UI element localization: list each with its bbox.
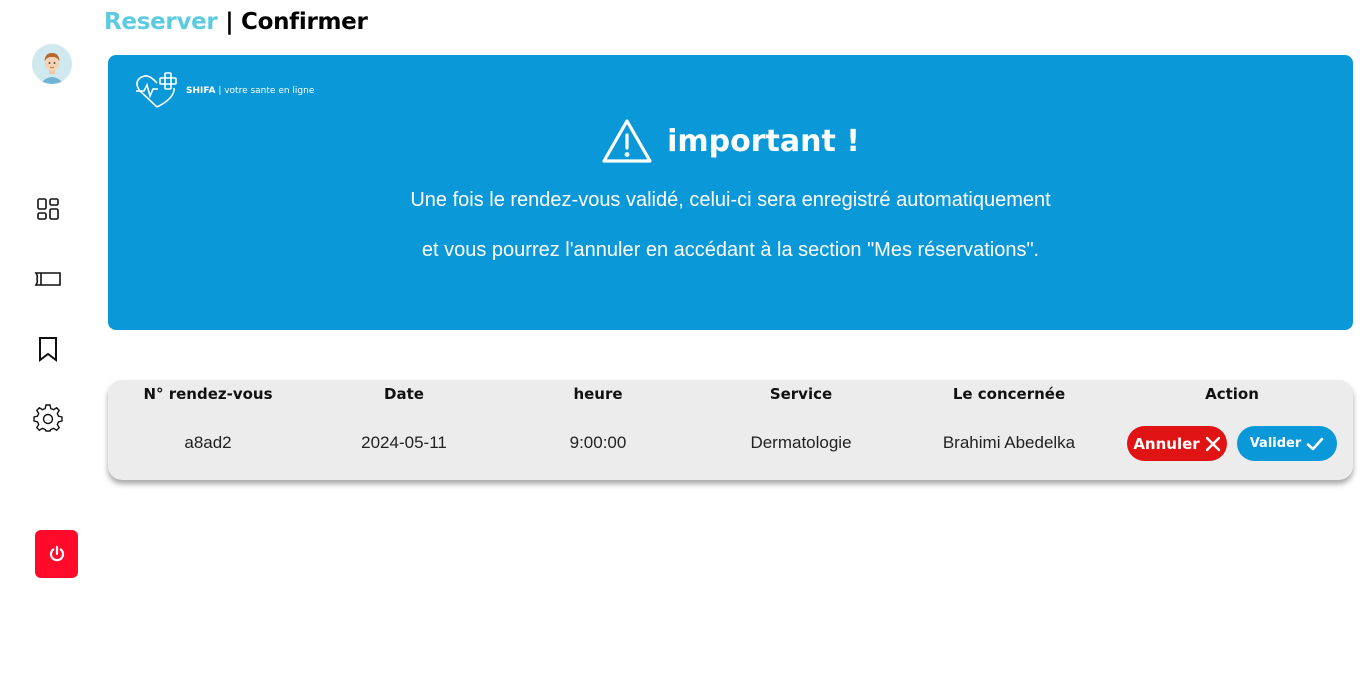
brand-text: SHIFA | votre sante en ligne [186, 86, 314, 96]
validate-button-label: Valider [1249, 436, 1302, 451]
breadcrumb: Reserver | Confirmer [104, 9, 368, 35]
close-icon [1205, 436, 1220, 451]
sidebar-item-settings[interactable] [32, 403, 64, 435]
bookmark-icon [39, 337, 57, 362]
column-header-concernee: Le concernée [952, 385, 1066, 403]
column-header-date: Date [384, 385, 424, 403]
checkmark-icon [1306, 437, 1324, 450]
column-header-heure: heure [573, 385, 623, 403]
power-icon [49, 545, 64, 562]
warning-heading: important ! [108, 117, 1353, 165]
banner-message-line-2: et vous pourrez l'annuler en accédant à … [421, 239, 1040, 261]
sidebar-item-bookmarks[interactable] [32, 333, 64, 365]
sidebar-item-dashboard[interactable] [32, 193, 64, 225]
column-header-number: N° rendez-vous [143, 385, 273, 403]
warning-title: important ! [667, 123, 860, 159]
cell-heure: 9:00:00 [569, 433, 627, 452]
warning-icon [602, 119, 652, 163]
breadcrumb-current: Confirmer [241, 9, 368, 35]
ticket-icon [34, 272, 61, 286]
brand-tagline: | votre sante en ligne [218, 86, 315, 96]
avatar[interactable] [32, 44, 72, 84]
cell-date: 2024-05-11 [361, 433, 447, 452]
gear-icon [33, 404, 63, 432]
appointment-table: N° rendez-vous Date heure Service Le con… [108, 380, 1353, 480]
dashboard-icon [37, 198, 59, 220]
column-header-action: Action [1205, 385, 1259, 403]
logout-button[interactable] [35, 530, 78, 578]
validate-button[interactable]: Valider [1237, 426, 1337, 461]
sidebar [0, 0, 100, 678]
user-avatar-icon [32, 44, 72, 84]
cell-service: Dermatologie [750, 433, 852, 452]
cancel-button[interactable]: Annuler [1127, 426, 1227, 461]
breadcrumb-link-reserver[interactable]: Reserver [104, 9, 218, 35]
cell-concernee: Brahimi Abedelka [942, 433, 1076, 452]
cell-appointment-number: a8ad2 [184, 433, 232, 452]
heart-pulse-logo-icon [136, 72, 177, 108]
banner-message-line-1: Une fois le rendez-vous validé, celui-ci… [410, 189, 1051, 211]
column-header-service: Service [769, 385, 833, 403]
brand-logo: SHIFA | votre sante en ligne [134, 71, 314, 111]
sidebar-item-tickets[interactable] [32, 263, 64, 295]
breadcrumb-separator: | [217, 9, 241, 35]
cancel-button-label: Annuler [1133, 434, 1200, 453]
info-banner: SHIFA | votre sante en ligne important !… [108, 55, 1353, 330]
brand-name: SHIFA [186, 86, 216, 96]
